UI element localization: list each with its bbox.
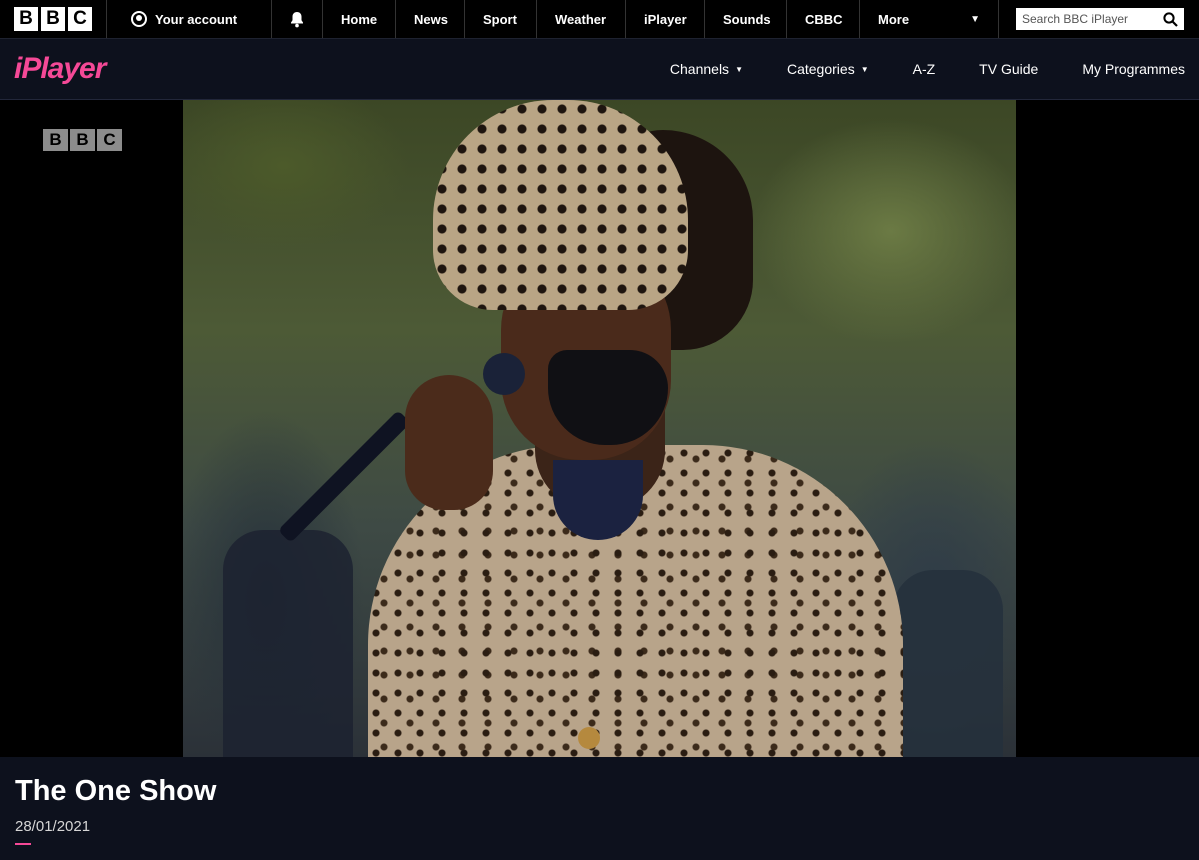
nav-a-z[interactable]: A-Z [891,39,958,99]
channel-logo-letter: C [97,129,122,151]
gnav-label: Weather [555,11,607,27]
caret-down-icon: ▼ [735,64,743,74]
microphone-handle [277,410,411,543]
nav-label: My Programmes [1082,61,1185,77]
background-person [223,530,353,757]
bbc-logo-letter: B [14,7,38,31]
gnav-iplayer[interactable]: iPlayer [626,0,705,38]
gnav-label: More [878,11,910,27]
bbc-global-nav: B B C Your account Home News Sport Weath… [0,0,1199,39]
channel-logo-letter: B [70,129,95,151]
video-player[interactable]: B B C [0,100,1199,757]
nav-label: Categories [786,61,855,77]
nav-label: A-Z [912,61,936,77]
headscarf [433,100,688,310]
bbc-logo-letter: C [68,7,92,31]
hand [405,375,493,510]
search-area [999,0,1198,38]
search-input[interactable] [1022,12,1157,26]
coat-button [578,727,600,749]
gnav-label: iPlayer [644,11,687,27]
channel-logo-letter: B [43,129,68,151]
programme-info: The One Show 28/01/2021 [0,757,1199,860]
gnav-label: Sport [483,11,517,27]
gnav-label: Home [341,11,378,27]
nav-label: TV Guide [979,61,1039,77]
nav-my-programmes[interactable]: My Programmes [1060,39,1199,99]
notifications-button[interactable] [272,0,323,38]
gnav-sounds[interactable]: Sounds [705,0,787,38]
caret-down-icon: ▼ [970,13,980,25]
search-box [1016,8,1184,30]
programme-title: The One Show [15,775,217,807]
nav-label: Channels [669,61,730,77]
microphone-icon [483,353,525,395]
account-label: Your account [155,11,238,27]
caret-down-icon: ▼ [860,64,869,74]
iplayer-nav: iPlayer Channels ▼ Categories ▼ A-Z TV G… [0,39,1199,100]
gnav-label: Sounds [723,11,771,27]
gnav-more[interactable]: More ▼ [860,0,999,38]
nav-categories[interactable]: Categories ▼ [765,39,891,99]
nav-tv-guide[interactable]: TV Guide [957,39,1060,99]
gnav-weather[interactable]: Weather [537,0,626,38]
iplayer-nav-menu: Channels ▼ Categories ▼ A-Z TV Guide My … [648,39,1199,99]
accent-divider [15,843,31,845]
gnav-home[interactable]: Home [323,0,396,38]
background-person [893,570,1003,757]
broadcast-date: 28/01/2021 [15,818,91,835]
bbc-logo-letter: B [41,7,65,31]
gnav-sport[interactable]: Sport [465,0,537,38]
nav-channels[interactable]: Channels ▼ [648,39,765,99]
gnav-news[interactable]: News [396,0,465,38]
gnav-label: CBBC [805,11,843,27]
video-frame[interactable] [183,100,1016,757]
iplayer-logo[interactable]: iPlayer [14,52,106,86]
search-icon[interactable] [1163,11,1178,27]
gnav-cbbc[interactable]: CBBC [787,0,860,38]
bbc-logo[interactable]: B B C [0,0,107,38]
channel-logo: B B C [43,129,122,151]
your-account-link[interactable]: Your account [107,0,272,38]
bell-icon [291,11,303,27]
account-icon [131,11,147,27]
gnav-label: News [414,11,448,27]
